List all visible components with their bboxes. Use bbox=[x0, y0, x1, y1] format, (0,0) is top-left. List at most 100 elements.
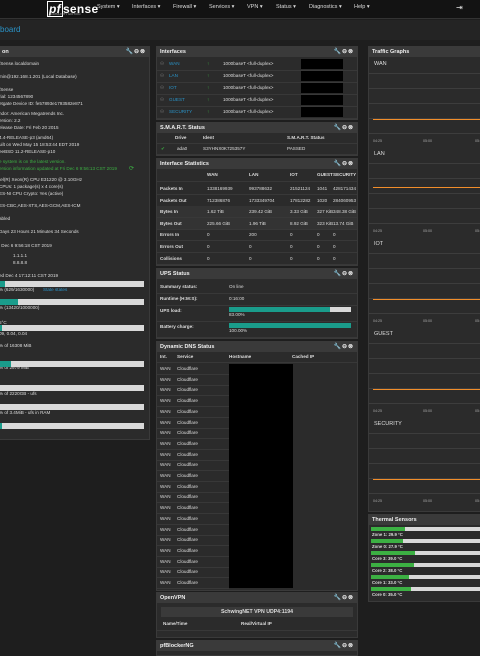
stats-value: 17812282 bbox=[290, 195, 310, 206]
sysinfo-row: rial: 1234567890 bbox=[0, 94, 33, 99]
ddns-service: Cloudflare bbox=[177, 482, 198, 492]
ups-charge-row: Battery charge: 100.00% bbox=[157, 321, 357, 338]
breadcrumb-bar bbox=[0, 20, 480, 40]
menu-system[interactable]: System ▾ bbox=[97, 4, 120, 10]
ddns-service: Cloudflare bbox=[177, 546, 198, 556]
ddns-interface: WAN bbox=[160, 546, 171, 556]
interface-speed: 1000baseT <full-duplex> bbox=[223, 70, 273, 82]
redacted-ip bbox=[301, 107, 343, 117]
sysinfo-row: % of 3.4MiB - ufs in RAM bbox=[0, 410, 50, 415]
grid-line bbox=[369, 493, 480, 494]
ddns-service: Cloudflare bbox=[177, 439, 198, 449]
panel-header: Dynamic DNS Status🔧⊖⊗ bbox=[157, 342, 357, 352]
sysinfo-row: elease Date: Fri Feb 20 2015 bbox=[0, 125, 59, 130]
panel-controls[interactable]: 🔧⊖⊗ bbox=[333, 342, 354, 352]
ddns-service: Cloudflare bbox=[177, 525, 198, 535]
stats-row: Bytes In1.62 TiB239.42 GiB3.33 GiB327 Ki… bbox=[157, 206, 357, 218]
menu-vpn[interactable]: VPN ▾ bbox=[247, 4, 263, 10]
interface-name-link[interactable]: SECURITY bbox=[169, 106, 192, 118]
interface-statistics-panel: Interface Statistics🔧⊖⊗ WANLANIOTGUESTSE… bbox=[156, 158, 358, 266]
ddns-interface: WAN bbox=[160, 396, 171, 406]
logout-icon[interactable]: ⇥ bbox=[456, 3, 463, 12]
traffic-series-line bbox=[373, 389, 480, 390]
menu-services[interactable]: Services ▾ bbox=[209, 4, 234, 10]
stats-row: Errors In0200000 bbox=[157, 229, 357, 241]
interfaces-panel: Interfaces🔧⊖⊗ ⚇WAN↑1000baseT <full-duple… bbox=[156, 46, 358, 120]
panel-header: Interface Statistics🔧⊖⊗ bbox=[157, 159, 357, 169]
menu-status[interactable]: Status ▾ bbox=[276, 4, 296, 10]
sysinfo-row: /Sense.localdomain bbox=[0, 61, 39, 66]
ddns-interface: WAN bbox=[160, 364, 171, 374]
breadcrumb[interactable]: board bbox=[0, 25, 20, 34]
bar-fill bbox=[0, 423, 2, 429]
logo-subtitle: COMMUNITY EDITION bbox=[49, 12, 80, 16]
interface-name-link[interactable]: IOT bbox=[169, 82, 177, 94]
ddns-row: WAN Cloudflare bbox=[157, 364, 229, 375]
interface-name-link[interactable]: WAN bbox=[169, 58, 180, 70]
panel-controls[interactable]: 🔧⊖⊗ bbox=[333, 47, 354, 57]
ddns-service: Cloudflare bbox=[177, 364, 198, 374]
panel-header: Traffic Graphs bbox=[369, 47, 480, 57]
thermal-bar bbox=[371, 563, 480, 567]
grid-line bbox=[369, 73, 480, 74]
menu-interfaces[interactable]: Interfaces ▾ bbox=[132, 4, 160, 10]
traffic-series-line bbox=[373, 187, 480, 188]
panel-controls[interactable]: 🔧⊖⊗ bbox=[333, 123, 354, 133]
openvpn-header-row: Name/Time Real/Virtual IP bbox=[157, 618, 357, 631]
memory-usage-bar bbox=[0, 361, 144, 367]
ddns-interface: WAN bbox=[160, 471, 171, 481]
thermal-bar bbox=[371, 539, 480, 543]
panel-controls[interactable]: 🔧⊖⊗ bbox=[125, 47, 146, 57]
sysinfo-row: % (13420/1000000) bbox=[0, 305, 39, 310]
grid-line bbox=[369, 358, 480, 359]
interface-name-link[interactable]: GUEST bbox=[169, 94, 185, 106]
panel-controls[interactable]: 🔧⊖⊗ bbox=[333, 269, 354, 279]
thermal-bar bbox=[371, 575, 480, 579]
stats-row: Packets In133816993999378863221521124104… bbox=[157, 183, 357, 195]
refresh-icon[interactable]: ⟳ bbox=[129, 165, 134, 172]
panel-controls[interactable]: 🔧⊖⊗ bbox=[333, 159, 354, 169]
interface-speed: 1000baseT <full-duplex> bbox=[223, 106, 273, 118]
openvpn-panel: OpenVPN🔧⊖⊗ SchwingNET VPN UDP4:1194 Name… bbox=[156, 592, 358, 638]
network-icon: ⚇ bbox=[160, 94, 164, 106]
grid-line bbox=[369, 343, 480, 344]
stats-value: 0 bbox=[317, 241, 320, 252]
interface-name-link[interactable]: LAN bbox=[169, 70, 178, 82]
states-link[interactable]: State states bbox=[43, 287, 67, 292]
ddns-row: WANCloudflare bbox=[157, 514, 229, 525]
menu-help[interactable]: Help ▾ bbox=[354, 4, 370, 10]
grid-line bbox=[369, 373, 480, 374]
traffic-series-line bbox=[373, 299, 480, 300]
stats-value: 0 bbox=[333, 253, 336, 264]
ddns-interface: WAN bbox=[160, 503, 171, 513]
stats-column-header: SECURITY bbox=[333, 169, 356, 181]
time-tick: 04:25 bbox=[373, 499, 382, 503]
ddns-service: Cloudflare bbox=[177, 535, 198, 545]
ddns-service: Cloudflare bbox=[177, 396, 198, 406]
ddns-row: WANCloudflare bbox=[157, 578, 229, 589]
sysinfo-row: ndor: American Megatrends Inc. bbox=[0, 111, 64, 116]
ddns-row: WANCloudflare bbox=[157, 450, 229, 461]
stats-value: 0 bbox=[317, 253, 320, 264]
ups-load-bar bbox=[229, 307, 351, 312]
redacted-ip bbox=[301, 83, 343, 93]
grid-line bbox=[369, 433, 480, 434]
ddns-interface: WAN bbox=[160, 567, 171, 577]
network-icon: ⚇ bbox=[160, 58, 164, 70]
traffic-graph-guest: GUEST04:2505:0005: bbox=[369, 329, 480, 417]
panel-controls[interactable]: 🔧⊖⊗ bbox=[333, 593, 354, 603]
grid-line bbox=[369, 208, 480, 209]
ddns-interface: WAN bbox=[160, 428, 171, 438]
ddns-service: Cloudflare bbox=[177, 375, 198, 385]
stats-value: 348.38 GiB bbox=[333, 206, 356, 217]
grid-line bbox=[369, 223, 480, 224]
stats-header-row: WANLANIOTGUESTSECURITY bbox=[157, 169, 357, 182]
ddns-row: WANCloudflare bbox=[157, 375, 229, 386]
graph-title: WAN bbox=[374, 61, 387, 67]
menu-firewall[interactable]: Firewall ▾ bbox=[173, 4, 196, 10]
stats-value: 3.33 GiB bbox=[290, 206, 308, 217]
graph-title: IOT bbox=[374, 241, 383, 247]
ddns-interface: WAN bbox=[160, 525, 171, 535]
menu-diagnostics[interactable]: Diagnostics ▾ bbox=[309, 4, 342, 10]
ddns-interface: WAN bbox=[160, 557, 171, 567]
